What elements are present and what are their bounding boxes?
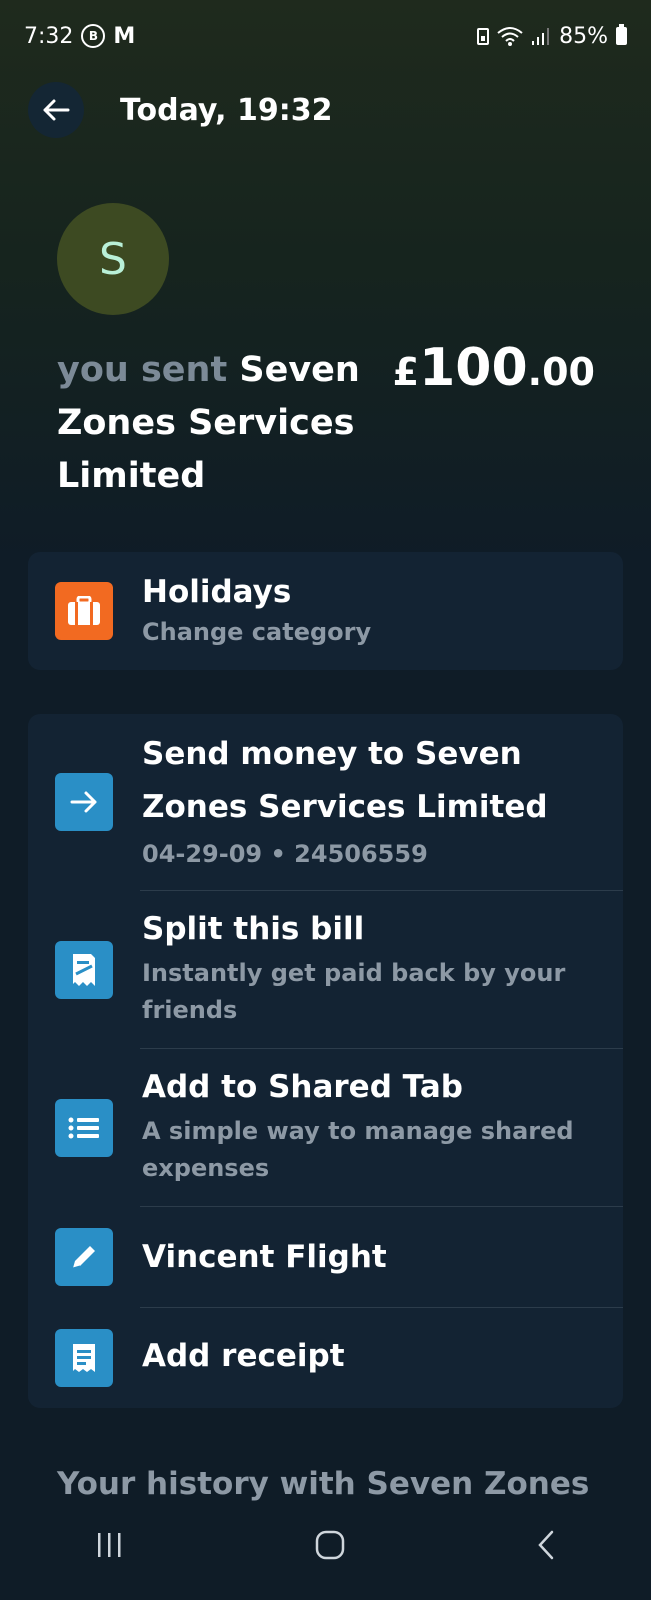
back-nav-icon[interactable]: [536, 1530, 556, 1560]
add-receipt-action[interactable]: Add receipt: [28, 1308, 623, 1408]
transaction-amount: £ 100 .00: [393, 338, 595, 398]
transaction-description: you sent Seven Zones Services Limited: [57, 344, 377, 503]
actions-card: Send money to Seven Zones Services Limit…: [28, 714, 623, 1408]
battery-saver-icon: [477, 27, 490, 45]
sent-prefix: you sent: [57, 350, 228, 390]
recent-apps-icon[interactable]: [95, 1531, 125, 1559]
amount-fraction: .00: [527, 350, 595, 394]
add-receipt-title: Add receipt: [142, 1338, 345, 1374]
pencil-icon: [55, 1228, 113, 1286]
status-right: 85%: [477, 24, 627, 49]
status-bar: 7:32 B M 85%: [0, 0, 651, 72]
list-icon: [55, 1099, 113, 1157]
header: Today, 19:32: [28, 82, 332, 138]
home-icon[interactable]: [315, 1530, 345, 1560]
battery-percent: 85%: [559, 23, 608, 49]
amount-currency: £: [392, 350, 420, 394]
send-money-title-line1: Send money to Seven: [142, 736, 522, 772]
send-money-account: 04-29-09 • 24506559: [142, 840, 428, 868]
send-money-action[interactable]: Send money to Seven Zones Services Limit…: [28, 714, 623, 890]
battery-icon: [616, 24, 627, 45]
category-title: Holidays: [142, 574, 292, 610]
page-title: Today, 19:32: [120, 92, 333, 128]
wifi-icon: [497, 27, 523, 46]
split-bill-subtitle-line1: Instantly get paid back by your: [142, 959, 566, 987]
note-action[interactable]: Vincent Flight: [28, 1207, 623, 1307]
amount-whole: 100: [419, 338, 528, 398]
split-bill-action[interactable]: Split this bill Instantly get paid back …: [28, 891, 623, 1048]
arrow-left-icon: [43, 99, 70, 121]
send-money-title-line2: Zones Services Limited: [142, 789, 548, 825]
status-time: 7:32: [24, 23, 74, 49]
back-button[interactable]: [28, 82, 84, 138]
receipt-split-icon: [55, 941, 113, 999]
category-card[interactable]: Holidays Change category: [28, 552, 623, 670]
b-badge-icon: B: [81, 24, 106, 48]
note-title: Vincent Flight: [142, 1239, 387, 1275]
split-bill-subtitle-line2: friends: [142, 996, 238, 1024]
signal-icon: [532, 28, 550, 45]
split-bill-title: Split this bill: [142, 911, 365, 947]
shared-tab-title: Add to Shared Tab: [142, 1069, 463, 1105]
status-left: 7:32 B M: [24, 24, 135, 49]
m-badge-icon: M: [113, 23, 136, 49]
suitcase-icon: [55, 582, 113, 640]
avatar: S: [57, 203, 169, 315]
category-subtitle[interactable]: Change category: [142, 614, 371, 651]
arrow-right-icon: [55, 773, 113, 831]
shared-tab-subtitle-line1: A simple way to manage shared: [142, 1117, 574, 1145]
history-heading: Your history with Seven Zones: [57, 1466, 590, 1502]
shared-tab-action[interactable]: Add to Shared Tab A simple way to manage…: [28, 1049, 623, 1206]
shared-tab-subtitle-line2: expenses: [142, 1154, 270, 1182]
receipt-icon: [55, 1329, 113, 1387]
system-nav-bar: [0, 1500, 651, 1600]
